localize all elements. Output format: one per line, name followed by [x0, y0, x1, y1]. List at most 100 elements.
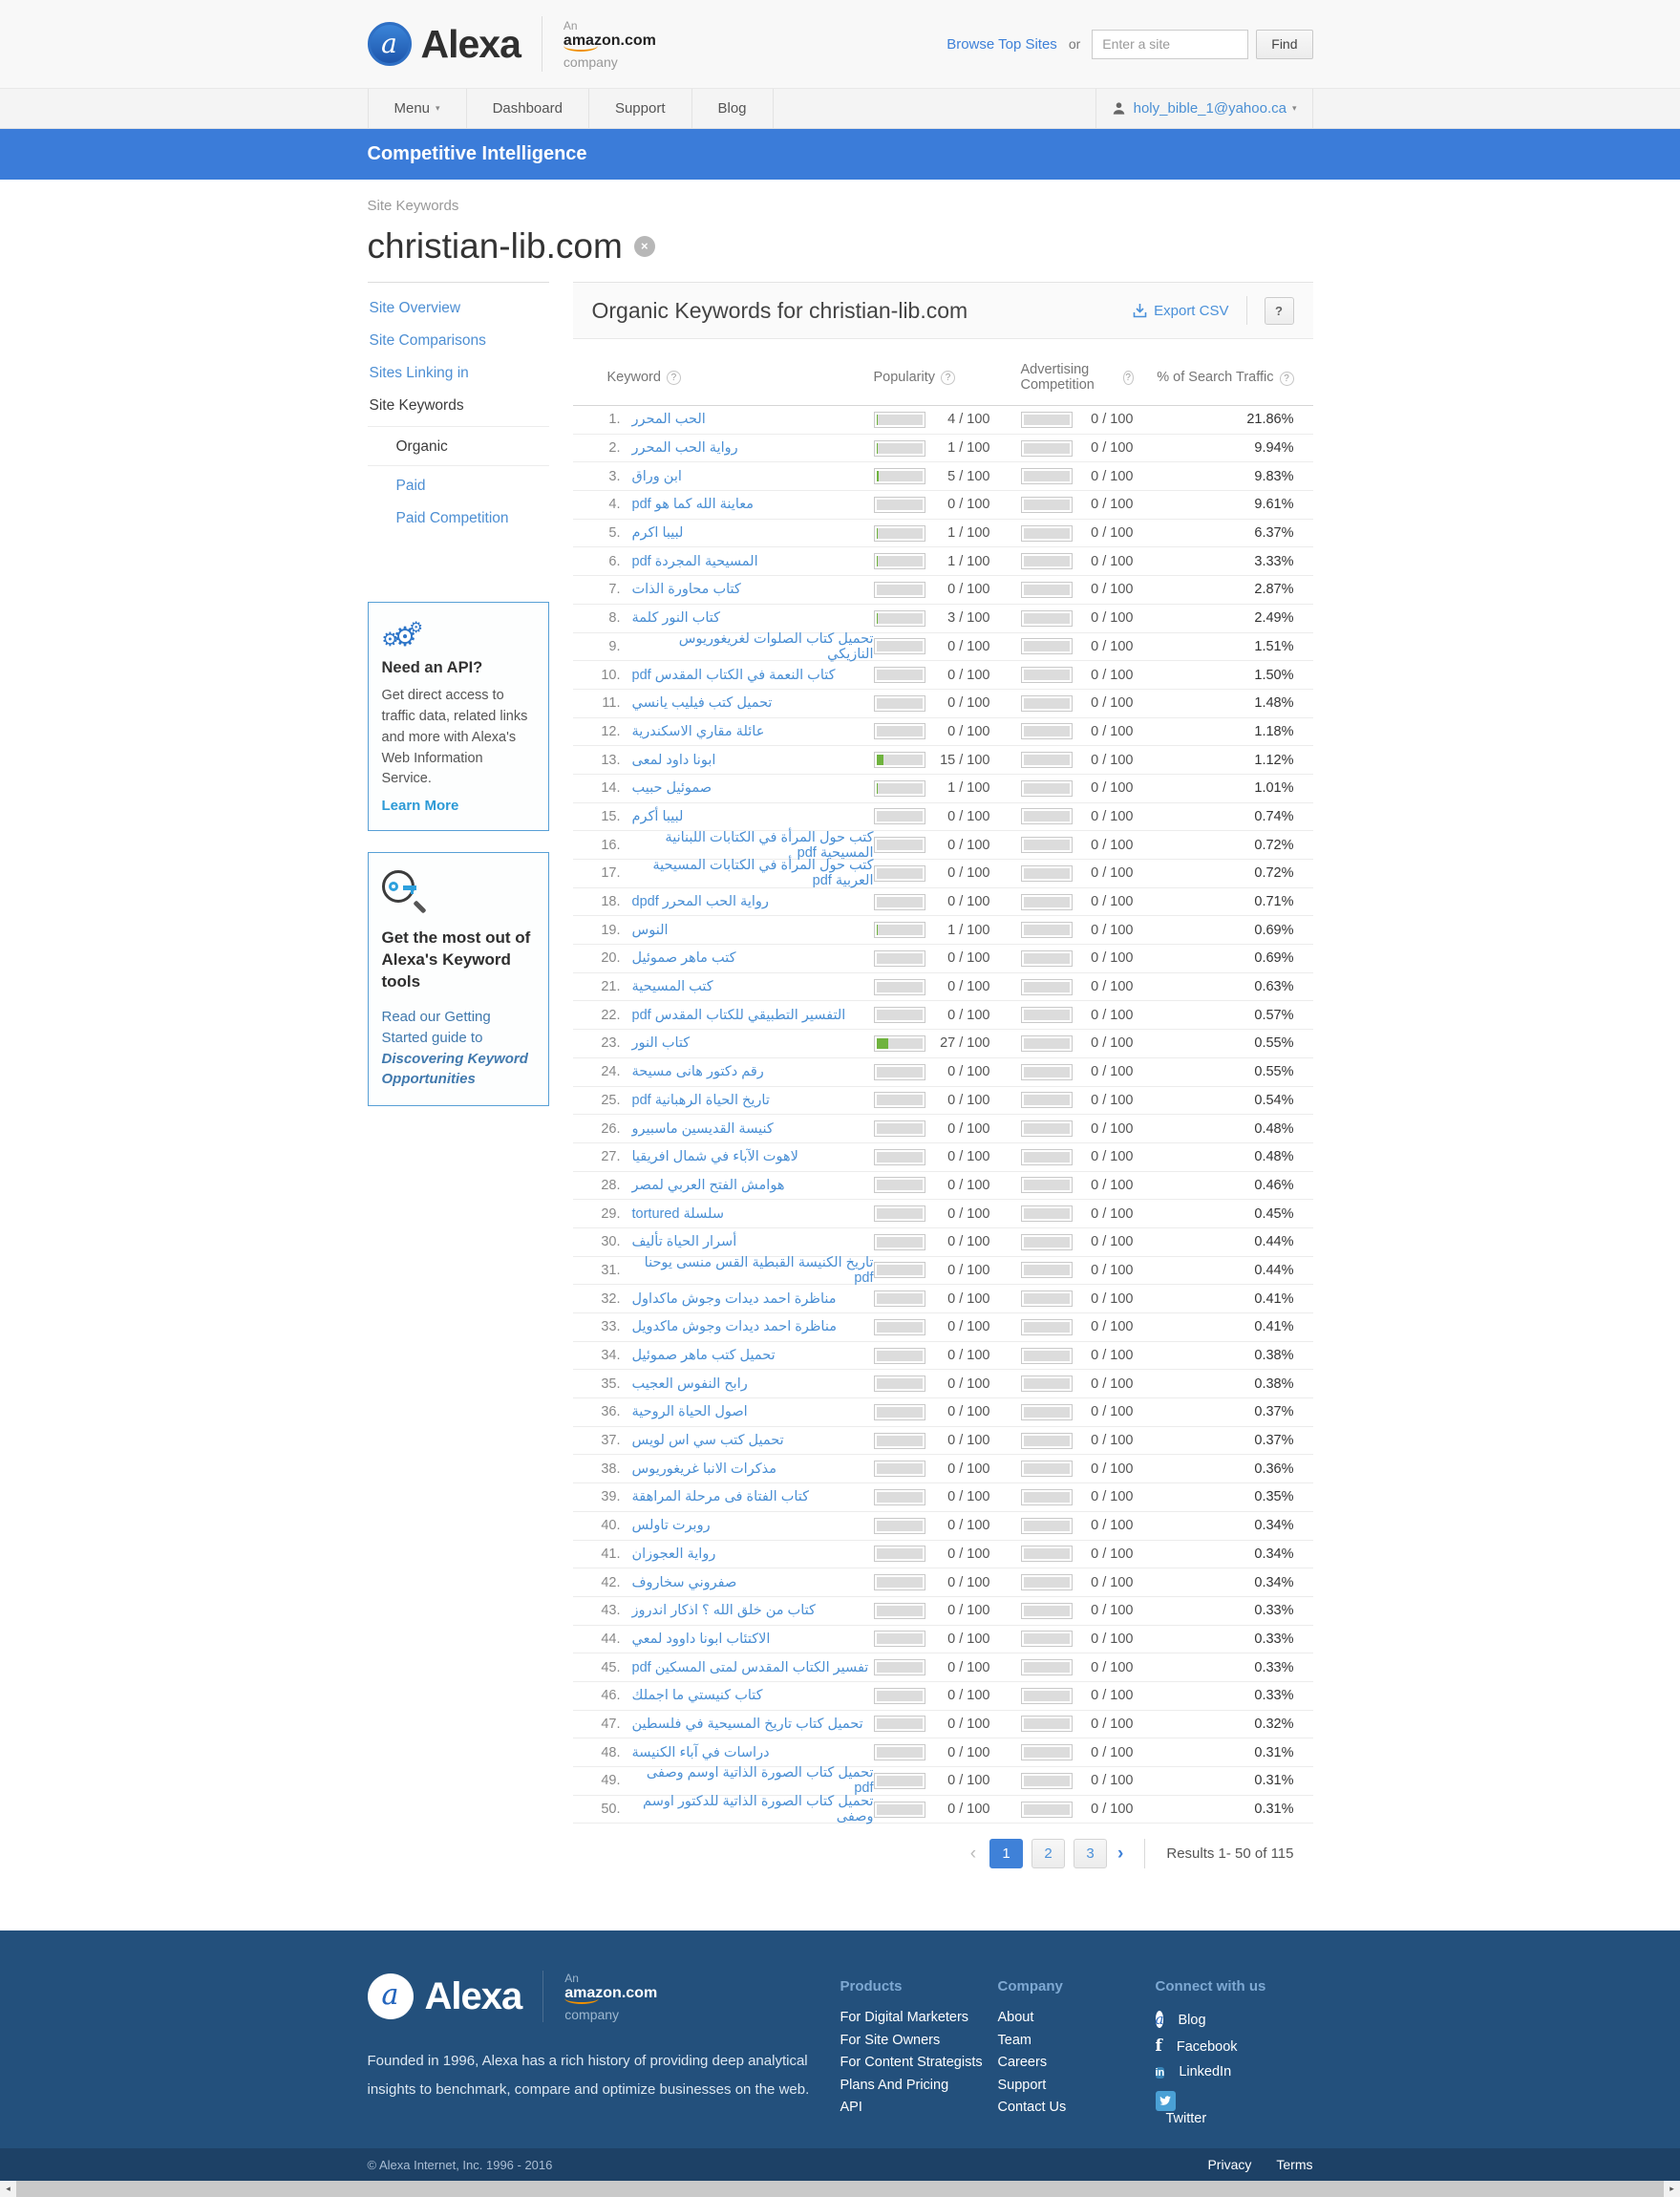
keyword-link[interactable]: النوس: [632, 923, 669, 938]
nav-support[interactable]: Support: [589, 89, 692, 128]
keyword-link[interactable]: التفسير التطبيقي للكتاب المقدس pdf: [632, 1008, 846, 1023]
keyword-link[interactable]: معاينة الله كما هو pdf: [632, 497, 755, 512]
keyword-link[interactable]: تحميل كتاب الصورة الذاتية للدكتور اوسم و…: [632, 1794, 874, 1824]
site-search-input[interactable]: [1092, 30, 1248, 59]
keyword-link[interactable]: مناظرة احمد ديدات وجوش ماكدويل: [632, 1319, 837, 1334]
alexa-logo[interactable]: a Alexa An amazon.com company: [368, 16, 656, 72]
keyword-link[interactable]: تحميل كتاب الصلوات لغريغوريوس النازيكي: [632, 631, 874, 662]
prev-page-icon[interactable]: ‹: [970, 1844, 976, 1865]
linkedin-social-link[interactable]: in LinkedIn: [1156, 2063, 1313, 2083]
horizontal-scrollbar[interactable]: ◂ ▸: [0, 2181, 1680, 2197]
getting-started-link[interactable]: Read our Getting Started guide to Discov…: [382, 1007, 535, 1090]
keyword-link[interactable]: اصول الحياة الروحية: [632, 1404, 748, 1419]
keyword-link[interactable]: كتاب الفتاة فى مرحلة المراهقة: [632, 1489, 810, 1504]
keyword-link[interactable]: سلسلة tortured: [632, 1206, 724, 1222]
sidebar-item-sites-linking-in[interactable]: Sites Linking in: [368, 357, 549, 390]
keyword-link[interactable]: كنيسة القديسين ماسبيرو: [632, 1121, 774, 1137]
footer-link[interactable]: For Site Owners: [840, 2033, 998, 2048]
nav-dashboard[interactable]: Dashboard: [467, 89, 589, 128]
sidebar-item-site-comparisons[interactable]: Site Comparisons: [368, 325, 549, 357]
scroll-left-icon[interactable]: ◂: [0, 2181, 16, 2197]
keyword-link[interactable]: المسيحية المجردة pdf: [632, 554, 758, 569]
keyword-link[interactable]: كتاب النور كلمة: [632, 610, 721, 626]
keyword-link[interactable]: رواية الحب المحرر: [632, 440, 738, 456]
keyword-link[interactable]: رابح النفوس العجيب: [632, 1376, 748, 1392]
keyword-link[interactable]: كتب حول المرأة في الكتابات المسيحية العر…: [632, 858, 874, 888]
export-csv-button[interactable]: Export CSV: [1133, 303, 1228, 319]
page-button-1[interactable]: 1: [989, 1839, 1023, 1868]
keyword-link[interactable]: أسرار الحياة تأليف: [632, 1234, 737, 1249]
learn-more-link[interactable]: Learn More: [382, 798, 459, 814]
keyword-link[interactable]: كتاب كنيستي ما اجملك: [632, 1688, 763, 1703]
keyword-link[interactable]: دراسات في آباء الكنيسة: [632, 1745, 770, 1760]
keyword-link[interactable]: رقم دكتور هانى مسيحة: [632, 1064, 764, 1079]
facebook-social-link[interactable]: f Facebook: [1156, 2037, 1313, 2057]
keyword-link[interactable]: تاريخ الحياة الرهبانية pdf: [632, 1093, 770, 1108]
nav-menu[interactable]: Menu▾: [368, 89, 467, 128]
keyword-link[interactable]: تحميل كتاب تاريخ المسيحية في فلسطين: [632, 1717, 863, 1732]
help-circle-icon[interactable]: ?: [1123, 371, 1134, 385]
nav-blog[interactable]: Blog: [692, 89, 774, 128]
keyword-link[interactable]: روبرت تاولس: [632, 1518, 711, 1533]
footer-link[interactable]: For Digital Marketers: [840, 2010, 998, 2025]
footer-link[interactable]: API: [840, 2100, 998, 2115]
help-circle-icon[interactable]: ?: [667, 371, 681, 385]
keyword-link[interactable]: الحب المحرر: [632, 412, 706, 427]
keyword-link[interactable]: صفروني سخاروف: [632, 1575, 737, 1590]
keyword-link[interactable]: رواية العجوزان: [632, 1546, 716, 1562]
next-page-icon[interactable]: ›: [1117, 1844, 1123, 1865]
keyword-link[interactable]: الاكتئاب ابونا داوود لمعي: [632, 1632, 771, 1647]
keyword-link[interactable]: كتب ماهر صموئيل: [632, 950, 736, 966]
user-email[interactable]: holy_bible_1@yahoo.ca: [1134, 100, 1287, 117]
keyword-link[interactable]: تحميل كتب فيليب يانسي: [632, 695, 773, 711]
blog-social-link[interactable]: a Blog: [1156, 2010, 1313, 2029]
keyword-link[interactable]: هوامش الفتح العربي لمصر: [632, 1178, 785, 1193]
keyword-link[interactable]: كتاب النور: [632, 1035, 691, 1051]
find-button[interactable]: Find: [1256, 30, 1312, 59]
keyword-link[interactable]: كتب حول المرأة في الكتابات اللبنانية الم…: [632, 830, 874, 861]
help-circle-icon[interactable]: ?: [941, 371, 955, 385]
keyword-link[interactable]: ابن وراق: [632, 469, 682, 484]
keyword-link[interactable]: صموئيل حبيب: [632, 780, 712, 796]
footer-link[interactable]: Support: [998, 2078, 1156, 2093]
keyword-link[interactable]: كتاب محاورة الذات: [632, 582, 741, 597]
keyword-link[interactable]: تحميل كتب ماهر صموئيل: [632, 1348, 776, 1363]
keyword-link[interactable]: تحميل كتاب الصورة الذاتية اوسم وصفى pdf: [632, 1765, 874, 1796]
sidebar-item-site-overview[interactable]: Site Overview: [368, 292, 549, 325]
page-button-2[interactable]: 2: [1031, 1839, 1065, 1868]
footer-link[interactable]: Team: [998, 2033, 1156, 2048]
terms-link[interactable]: Terms: [1276, 2157, 1312, 2172]
keyword-link[interactable]: تحميل كتب سي اس لويس: [632, 1433, 784, 1448]
keyword-link[interactable]: كتاب النعمة في الكتاب المقدس pdf: [632, 668, 836, 683]
footer-link[interactable]: Careers: [998, 2055, 1156, 2070]
sidebar-item-paid[interactable]: Paid: [368, 470, 549, 502]
footer-link[interactable]: About: [998, 2010, 1156, 2025]
help-button[interactable]: ?: [1265, 297, 1294, 325]
remove-site-icon[interactable]: ×: [634, 236, 655, 257]
keyword-link[interactable]: لاهوت الآباء في شمال افريقيا: [632, 1149, 798, 1164]
footer-link[interactable]: For Content Strategists: [840, 2055, 998, 2070]
keyword-link[interactable]: كتاب من خلق الله ؟ اذكار اندروز: [632, 1603, 816, 1618]
keyword-link[interactable]: مناظرة احمد ديدات وجوش ماكداول: [632, 1291, 837, 1307]
footer-link[interactable]: Contact Us: [998, 2100, 1156, 2115]
user-menu[interactable]: holy_bible_1@yahoo.ca ▾: [1095, 89, 1313, 128]
keyword-link[interactable]: عائلة مقاري الاسكندرية: [632, 724, 765, 739]
page-button-3[interactable]: 3: [1074, 1839, 1107, 1868]
keyword-link[interactable]: تاريخ الكنيسة القبطية القس منسى يوحنا pd…: [632, 1255, 874, 1286]
browse-top-sites-link[interactable]: Browse Top Sites: [946, 36, 1057, 53]
scroll-right-icon[interactable]: ▸: [1664, 2181, 1680, 2197]
keyword-link[interactable]: لبيبا اكرم: [632, 525, 684, 541]
privacy-link[interactable]: Privacy: [1207, 2157, 1251, 2172]
help-circle-icon[interactable]: ?: [1280, 372, 1294, 386]
keyword-link[interactable]: لبيبا أكرم: [632, 809, 684, 824]
footer-link[interactable]: Plans And Pricing: [840, 2078, 998, 2093]
keyword-link[interactable]: ابونا داود لمعى: [632, 753, 716, 768]
keyword-link[interactable]: كتب المسيحية: [632, 979, 713, 994]
sidebar-item-paid-competition[interactable]: Paid Competition: [368, 502, 549, 535]
sidebar-item-organic[interactable]: Organic: [368, 431, 549, 466]
keyword-link[interactable]: مذكرات الانبا غريغوريوس: [632, 1461, 776, 1477]
keyword-link[interactable]: تفسير الكتاب المقدس لمتى المسكين pdf: [632, 1660, 869, 1675]
twitter-social-link[interactable]: Twitter: [1156, 2091, 1313, 2126]
keyword-link[interactable]: رواية الحب المحرر dpdf: [632, 894, 769, 909]
sidebar-item-site-keywords[interactable]: Site Keywords: [368, 390, 549, 422]
